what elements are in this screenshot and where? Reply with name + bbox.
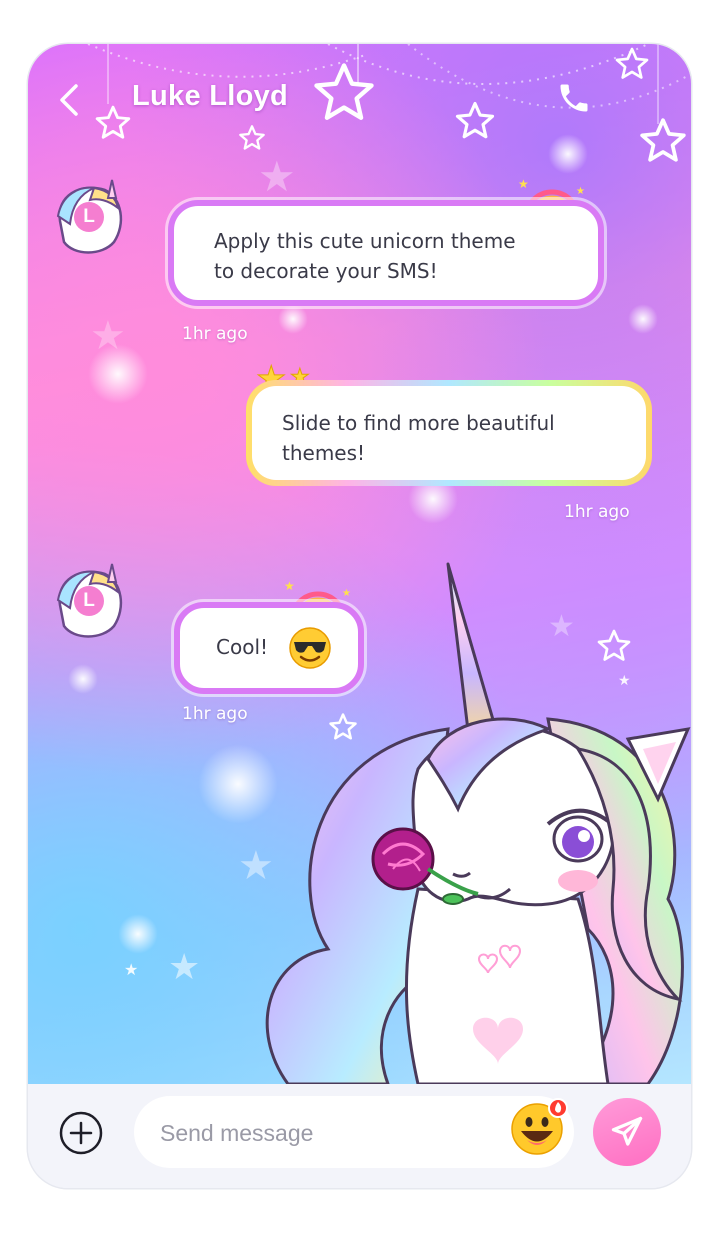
chevron-left-icon bbox=[60, 84, 78, 116]
sparkle bbox=[68, 664, 98, 694]
sparkle bbox=[118, 914, 158, 954]
emoji-button[interactable] bbox=[510, 1098, 568, 1156]
message-input[interactable] bbox=[158, 1096, 492, 1170]
message-bubble-outgoing[interactable]: Slide to find more beautiful themes! bbox=[246, 380, 652, 486]
star-decoration-icon: ★ bbox=[168, 947, 201, 988]
paper-plane-icon bbox=[611, 1116, 643, 1146]
star-decoration-icon: ★ bbox=[258, 152, 296, 201]
call-button[interactable] bbox=[556, 80, 592, 116]
svg-text:★: ★ bbox=[284, 579, 295, 593]
message-timestamp: 1hr ago bbox=[182, 324, 248, 344]
grinning-face-icon bbox=[511, 1098, 568, 1155]
phone-icon bbox=[560, 84, 588, 112]
avatar-letter: L bbox=[74, 202, 104, 232]
plus-circle-icon bbox=[59, 1111, 103, 1155]
composer-bar bbox=[28, 1084, 691, 1188]
message-bubble-incoming[interactable]: Apply this cute unicorn theme to decorat… bbox=[168, 200, 604, 306]
phone-frame: ★ ★ ★ ★ ★ ★ ★ Luke Lloyd L ★ ★ Apply thi… bbox=[28, 44, 691, 1188]
add-attachment-button[interactable] bbox=[58, 1110, 104, 1156]
svg-text:★: ★ bbox=[576, 186, 585, 197]
sparkle bbox=[278, 304, 308, 334]
contact-name: Luke Lloyd bbox=[132, 80, 289, 112]
message-text-line: Slide to find more beautiful bbox=[282, 411, 555, 435]
message-text-line: themes! bbox=[282, 441, 366, 465]
message-timestamp: 1hr ago bbox=[564, 502, 630, 522]
sparkle bbox=[628, 304, 658, 334]
message-text: Cool! bbox=[216, 635, 269, 659]
avatar[interactable]: L bbox=[50, 560, 128, 642]
star-decoration-icon: ★ bbox=[124, 960, 139, 979]
avatar-letter: L bbox=[74, 586, 104, 616]
chat-header: Luke Lloyd bbox=[28, 44, 691, 154]
star-decoration-icon: ★ bbox=[90, 313, 126, 359]
send-button[interactable] bbox=[593, 1098, 661, 1166]
message-bubble-incoming[interactable]: Cool! bbox=[174, 602, 364, 694]
avatar[interactable]: L bbox=[50, 176, 128, 258]
message-text-line: to decorate your SMS! bbox=[214, 259, 438, 283]
svg-text:★: ★ bbox=[518, 177, 529, 191]
message-timestamp: 1hr ago bbox=[182, 704, 248, 724]
back-button[interactable] bbox=[54, 82, 84, 118]
svg-text:★: ★ bbox=[342, 588, 351, 599]
message-field bbox=[134, 1096, 574, 1170]
message-text-line: Apply this cute unicorn theme bbox=[214, 229, 516, 253]
sunglasses-face-icon bbox=[289, 627, 331, 669]
